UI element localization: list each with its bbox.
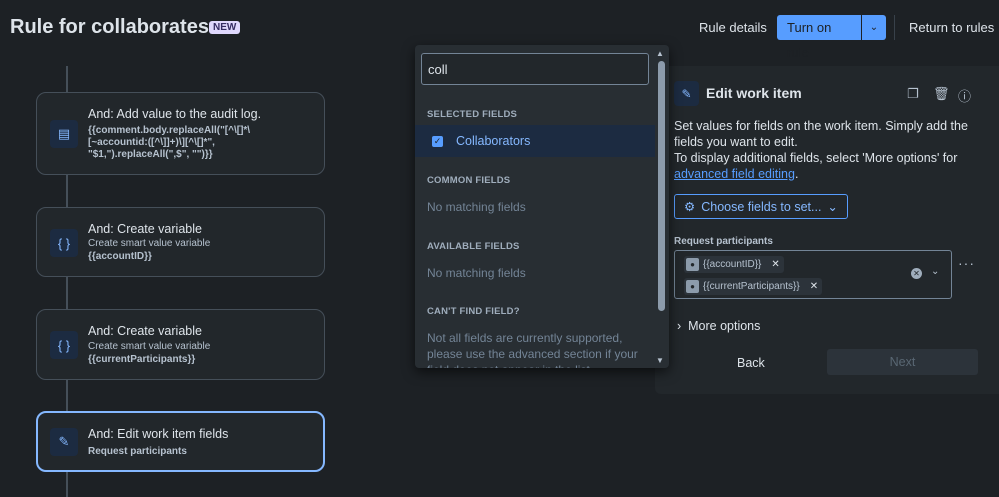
chevron-down-icon: ⌄ xyxy=(869,22,879,33)
close-icon[interactable]: ✕ xyxy=(771,259,779,270)
scroll-up-icon[interactable]: ▲ xyxy=(656,49,664,58)
participant-chip: ● {{currentParticipants}} ✕ xyxy=(684,278,823,295)
user-icon: ● xyxy=(686,280,699,293)
card-heading: And: Create variable xyxy=(88,222,202,236)
flow-card-edit-work-item[interactable]: ✎ And: Edit work item fields Request par… xyxy=(36,411,325,472)
chevron-down-icon[interactable]: ⌄ xyxy=(931,266,939,277)
duplicate-icon[interactable]: ❐ xyxy=(907,86,919,102)
choose-fields-label: Choose fields to set... xyxy=(701,199,822,214)
return-to-rules-link[interactable]: Return to rules xyxy=(909,20,994,35)
option-collaborators[interactable]: ✓ Collaborators xyxy=(415,125,655,157)
field-label: Request participants xyxy=(674,236,773,247)
card-detail: {{accountID}} xyxy=(88,251,152,262)
scroll-down-icon[interactable]: ▼ xyxy=(656,356,664,365)
turn-on-dropdown-button[interactable]: ⌄ xyxy=(862,15,886,40)
flow-card-create-variable[interactable]: { } And: Create variable Create smart va… xyxy=(36,309,325,380)
flow-connector xyxy=(66,66,68,92)
edit-icon: ✎ xyxy=(674,81,699,106)
checkbox-checked-icon: ✓ xyxy=(432,136,443,147)
field-search-input[interactable] xyxy=(421,53,649,85)
card-detail-line: "$1,").replaceAll(",$", "")}} xyxy=(88,149,213,160)
description-text: . xyxy=(794,167,799,181)
flow-connector xyxy=(66,277,68,309)
more-options-toggle[interactable]: › More options xyxy=(677,319,760,333)
more-actions-icon[interactable]: ··· xyxy=(958,255,975,271)
description-text: To display additional fields, select 'Mo… xyxy=(674,151,958,165)
chip-label: {{accountID}} xyxy=(703,259,762,270)
flow-connector xyxy=(66,380,68,411)
rule-details-link[interactable]: Rule details xyxy=(699,20,767,35)
turn-on-rule-group: Turn on rule ⌄ xyxy=(777,15,886,60)
participant-chip: ● {{accountID}} ✕ xyxy=(684,256,784,273)
next-button[interactable]: Next xyxy=(827,349,978,375)
new-badge: NEW xyxy=(209,21,241,34)
audit-log-icon: ▤ xyxy=(50,120,78,148)
description-text: Set values for fields on the work item. … xyxy=(674,119,968,149)
card-detail: {{currentParticipants}} xyxy=(88,354,196,365)
choose-fields-button[interactable]: ⚙ Choose fields to set... ⌄ xyxy=(674,194,848,219)
empty-message: No matching fields xyxy=(427,200,526,214)
chevron-down-icon: ⌄ xyxy=(827,200,838,214)
header-divider xyxy=(894,15,895,40)
section-title: AVAILABLE FIELDS xyxy=(427,241,520,252)
gear-icon: ⚙ xyxy=(684,200,696,214)
close-icon[interactable]: ✕ xyxy=(810,281,818,292)
section-title: SELECTED FIELDS xyxy=(427,109,518,120)
card-detail-line: {{comment.body.replaceAll("[^\[]*\ xyxy=(88,125,251,136)
field-picker-dropdown: SELECTED FIELDS ✓ Collaborators COMMON F… xyxy=(415,45,669,368)
empty-message: No matching fields xyxy=(427,266,526,280)
flow-card-audit-log[interactable]: ▤ And: Add value to the audit log. {{com… xyxy=(36,92,325,175)
card-detail-line: [~accountid:([^\]]+)\][^\[]*", xyxy=(88,137,215,148)
card-heading: And: Edit work item fields xyxy=(88,427,229,441)
edit-icon: ✎ xyxy=(50,428,78,456)
clear-icon[interactable]: ✕ xyxy=(911,268,922,279)
user-icon: ● xyxy=(686,258,699,271)
card-subtext: Create smart value variable xyxy=(88,341,211,352)
advanced-field-editing-link[interactable]: advanced field editing xyxy=(674,167,795,181)
flow-connector xyxy=(66,175,68,207)
help-icon[interactable]: ⓘ xyxy=(958,86,971,105)
card-heading: And: Add value to the audit log. xyxy=(88,107,262,121)
page-title: Rule for collaborates xyxy=(10,16,209,38)
flow-connector xyxy=(66,472,68,497)
panel-title: Edit work item xyxy=(706,85,802,101)
scrollbar-thumb[interactable] xyxy=(658,61,665,311)
edit-work-item-panel: ✎ Edit work item ❐ 🗑 ⓘ Set values for fi… xyxy=(655,66,999,394)
option-label: Collaborators xyxy=(456,134,531,148)
request-participants-field[interactable]: ● {{accountID}} ✕ ● {{currentParticipant… xyxy=(674,250,952,299)
cant-find-note: Not all fields are currently supported, … xyxy=(427,331,638,368)
delete-icon[interactable]: 🗑 xyxy=(933,86,950,102)
braces-icon: { } xyxy=(50,229,78,257)
card-subtext: Create smart value variable xyxy=(88,238,211,249)
chip-label: {{currentParticipants}} xyxy=(703,281,800,292)
flow-card-create-variable[interactable]: { } And: Create variable Create smart va… xyxy=(36,207,325,277)
back-button[interactable]: Back xyxy=(737,356,765,370)
chevron-right-icon: › xyxy=(677,319,682,333)
card-heading: And: Create variable xyxy=(88,324,202,338)
panel-description: Set values for fields on the work item. … xyxy=(674,118,974,182)
braces-icon: { } xyxy=(50,331,78,359)
card-detail: Request participants xyxy=(88,446,187,457)
section-title: CAN'T FIND FIELD? xyxy=(427,306,520,317)
section-title: COMMON FIELDS xyxy=(427,175,511,186)
more-options-label: More options xyxy=(688,319,761,333)
turn-on-rule-button[interactable]: Turn on rule xyxy=(777,15,861,60)
